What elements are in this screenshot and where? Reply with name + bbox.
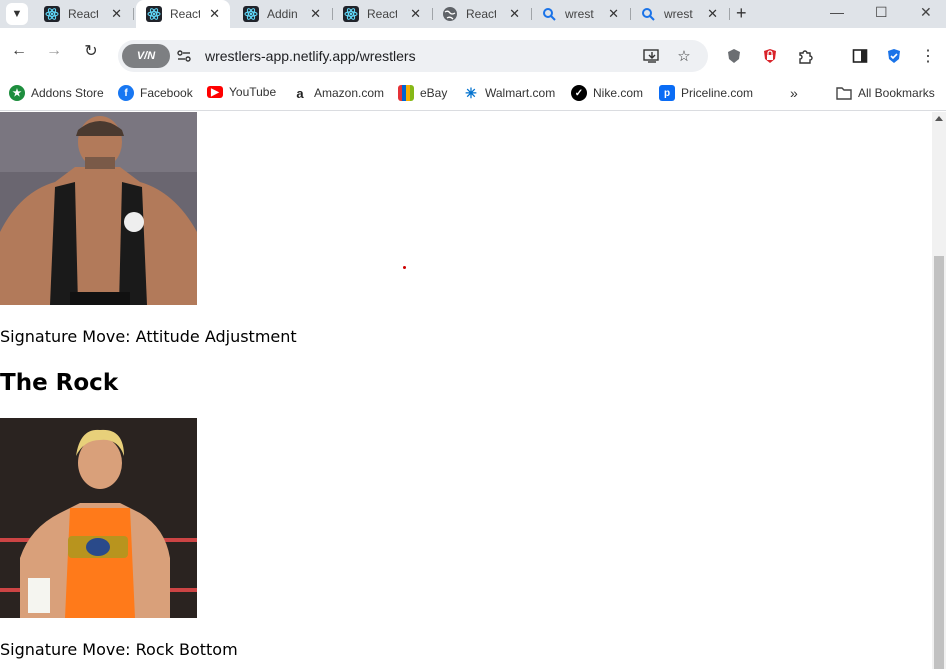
bookmark-label: Facebook	[140, 86, 193, 100]
bookmark-label: Nike.com	[593, 86, 644, 100]
tab-title: React	[68, 7, 98, 21]
bookmark-label: eBay	[420, 86, 448, 100]
priceline-icon: p	[659, 85, 675, 101]
react-icon	[343, 6, 359, 22]
tab-adding[interactable]: Adding ✕	[233, 0, 331, 28]
tab-title: Adding	[267, 7, 297, 21]
more-bookmarks-button[interactable]: »	[790, 85, 798, 101]
puzzle-extensions-icon[interactable]	[796, 46, 816, 66]
search-icon	[541, 6, 557, 22]
browser-menu-icon[interactable]: ⋮	[918, 46, 938, 66]
shield-extension-icon[interactable]	[724, 46, 744, 66]
tab-react-4[interactable]: React ✕	[432, 0, 530, 28]
all-bookmarks-button[interactable]: All Bookmarks	[836, 85, 935, 101]
bookmark-label: YouTube	[229, 85, 277, 99]
page-scrollbar[interactable]	[932, 112, 946, 669]
bookmark-label: Walmart.com	[485, 86, 556, 100]
scroll-up-arrow-icon[interactable]	[935, 116, 943, 121]
reload-button[interactable]: ↻	[80, 40, 102, 62]
react-icon	[243, 6, 259, 22]
tab-title: wrest	[565, 7, 594, 21]
back-button[interactable]: ←	[8, 40, 30, 62]
adblock-extension-icon[interactable]	[760, 46, 780, 66]
bookmark-facebook[interactable]: f Facebook	[118, 85, 193, 101]
close-tab-icon[interactable]: ✕	[509, 6, 520, 22]
react-icon	[44, 6, 60, 22]
bookmark-addons-store[interactable]: ★ Addons Store	[9, 85, 104, 101]
bookmark-priceline[interactable]: p Priceline.com	[659, 85, 753, 101]
url-text[interactable]: wrestlers-app.netlify.app/wrestlers	[205, 48, 416, 64]
page-content: Signature Move: Attitude Adjustment The …	[0, 112, 932, 669]
react-icon	[146, 6, 162, 22]
folder-icon	[836, 85, 852, 101]
tab-wrestlers-search-1[interactable]: wrest ✕	[531, 0, 629, 28]
youtube-icon: ▶	[207, 86, 223, 98]
wrestler-name-heading: The Rock	[0, 370, 119, 396]
addons-store-icon: ★	[9, 85, 25, 101]
tab-react-1[interactable]: React ✕	[34, 0, 132, 28]
bookmark-walmart[interactable]: ✳ Walmart.com	[463, 85, 555, 101]
amazon-icon: a	[292, 85, 308, 101]
minimize-window-button[interactable]: —	[830, 4, 844, 20]
forward-button[interactable]: →	[43, 40, 65, 62]
close-tab-icon[interactable]: ✕	[310, 6, 321, 22]
side-panel-icon[interactable]	[850, 46, 870, 66]
bookmark-label: Amazon.com	[314, 86, 385, 100]
tab-title: wrest	[664, 7, 693, 21]
new-tab-button[interactable]: +	[736, 3, 747, 24]
tab-wrestlers-search-2[interactable]: wrest ✕	[630, 0, 728, 28]
maximize-window-button[interactable]: ☐	[875, 4, 888, 21]
tab-title: React	[170, 7, 200, 21]
close-tab-icon[interactable]: ✕	[410, 6, 421, 22]
bookmark-star-icon[interactable]: ☆	[674, 46, 694, 66]
bookmarks-bar: ★ Addons Store f Facebook ▶ YouTube a Am…	[0, 76, 946, 111]
bookmark-ebay[interactable]: eBay	[398, 85, 447, 101]
tab-strip: ▼ React ✕ React ✕ Adding ✕ React ✕ React…	[0, 0, 946, 28]
ebay-icon	[398, 85, 414, 101]
bookmark-label: Addons Store	[31, 86, 104, 100]
bookmark-nike[interactable]: ✓ Nike.com	[571, 85, 643, 101]
tab-title: React	[367, 7, 397, 21]
wrestler-photo	[0, 418, 197, 618]
facebook-icon: f	[118, 85, 134, 101]
signature-move-text: Signature Move: Rock Bottom	[0, 640, 238, 659]
vpn-label: V/N	[136, 50, 156, 62]
signature-move-text: Signature Move: Attitude Adjustment	[0, 327, 297, 346]
close-window-button[interactable]: ✕	[920, 4, 932, 21]
bookmark-amazon[interactable]: a Amazon.com	[292, 85, 384, 101]
search-icon	[640, 6, 656, 22]
tab-react-3[interactable]: React ✕	[333, 0, 431, 28]
nike-icon: ✓	[571, 85, 587, 101]
close-tab-icon[interactable]: ✕	[209, 6, 220, 22]
all-bookmarks-label: All Bookmarks	[858, 86, 935, 100]
bookmark-youtube[interactable]: ▶ YouTube	[207, 85, 276, 99]
profile-shield-icon[interactable]	[884, 46, 904, 66]
close-tab-icon[interactable]: ✕	[111, 6, 122, 22]
vpn-toggle-button[interactable]: V/N	[122, 44, 170, 68]
wrestler-photo	[0, 112, 197, 305]
tab-title: React	[466, 7, 496, 21]
close-tab-icon[interactable]: ✕	[707, 6, 718, 22]
install-app-icon[interactable]	[642, 46, 662, 66]
bookmark-label: Priceline.com	[681, 86, 754, 100]
scrollbar-thumb[interactable]	[934, 256, 944, 669]
red-dot	[403, 266, 406, 269]
walmart-icon: ✳	[463, 85, 479, 101]
close-tab-icon[interactable]: ✕	[608, 6, 619, 22]
tab-search-button[interactable]: ▼	[6, 3, 28, 25]
site-info-icon[interactable]	[176, 48, 192, 64]
tab-react-active[interactable]: React ✕	[136, 0, 230, 28]
globe-icon	[442, 6, 458, 22]
